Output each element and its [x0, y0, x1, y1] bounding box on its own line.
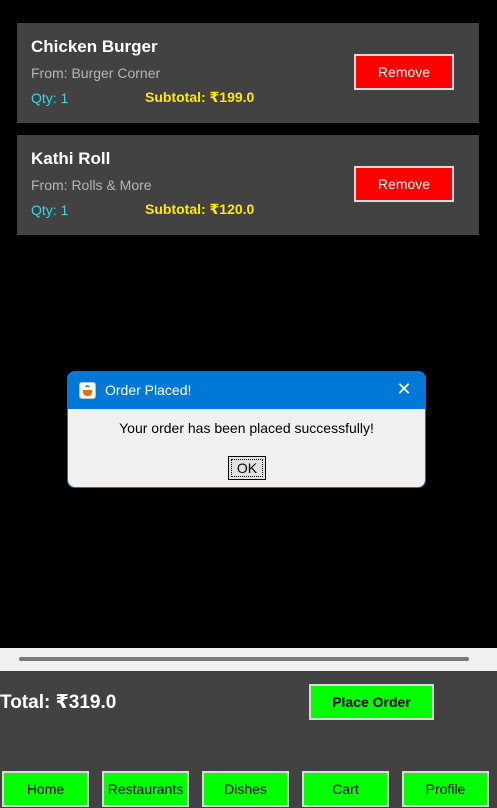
- nav-restaurants-button[interactable]: Restaurants: [102, 771, 189, 807]
- scrollbar-thumb[interactable]: [19, 657, 469, 661]
- horizontal-scrollbar[interactable]: [0, 648, 497, 671]
- cart-item-chicken-burger: Chicken Burger From: Burger Corner Qty: …: [17, 23, 479, 123]
- nav-profile-button[interactable]: Profile: [402, 771, 489, 807]
- cart-item-kathi-roll: Kathi Roll From: Rolls & More Qty: 1 Sub…: [17, 135, 479, 235]
- item-restaurant: From: Burger Corner: [31, 65, 161, 81]
- item-quantity: Qty: 1: [31, 202, 69, 218]
- close-icon[interactable]: ✕: [395, 381, 413, 399]
- item-name: Chicken Burger: [31, 37, 158, 56]
- checkout-panel: Total: ₹319.0 Place Order Home Restauran…: [0, 671, 497, 808]
- nav-dishes-button[interactable]: Dishes: [202, 771, 289, 807]
- nav-cart-button[interactable]: Cart: [302, 771, 389, 807]
- dialog-message: Your order has been placed successfully!: [119, 420, 374, 436]
- cart-total: Total: ₹319.0: [0, 692, 117, 713]
- dialog-title: Order Placed!: [105, 382, 192, 398]
- java-cup-icon: [79, 382, 96, 399]
- item-subtotal: Subtotal: ₹120.0: [145, 201, 255, 217]
- remove-button[interactable]: Remove: [354, 54, 454, 90]
- item-subtotal: Subtotal: ₹199.0: [145, 89, 255, 105]
- item-restaurant: From: Rolls & More: [31, 177, 152, 193]
- order-placed-dialog: Order Placed! ✕ Your order has been plac…: [67, 371, 426, 488]
- item-quantity: Qty: 1: [31, 90, 69, 106]
- item-name: Kathi Roll: [31, 149, 111, 168]
- place-order-button[interactable]: Place Order: [309, 684, 434, 720]
- remove-button[interactable]: Remove: [354, 166, 454, 202]
- nav-home-button[interactable]: Home: [2, 771, 89, 807]
- ok-button[interactable]: OK: [228, 456, 266, 480]
- dialog-titlebar[interactable]: Order Placed! ✕: [68, 372, 425, 409]
